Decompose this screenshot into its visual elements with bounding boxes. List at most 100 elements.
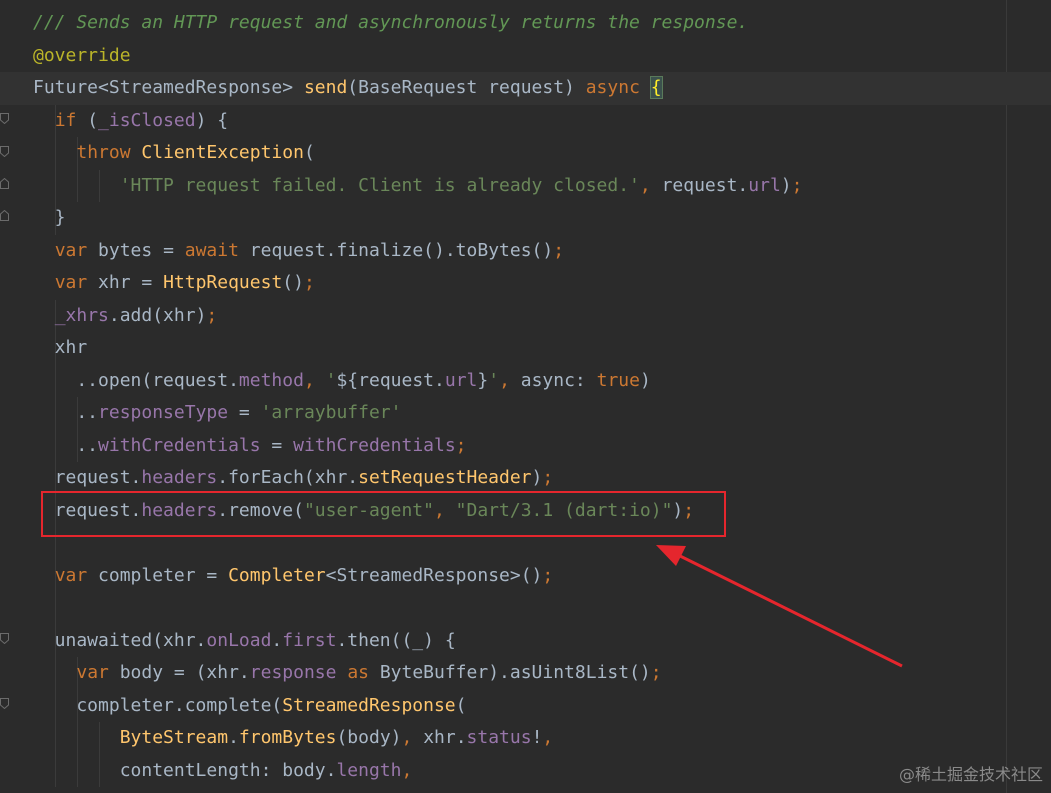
code-text[interactable]: ..open(request.method, '${request.url}',… bbox=[33, 365, 650, 398]
code-line[interactable]: @override bbox=[0, 40, 1051, 73]
code-token: if bbox=[54, 109, 88, 131]
code-token: ByteStream bbox=[119, 727, 229, 748]
code-editor[interactable]: /// Sends an HTTP request and asynchrono… bbox=[0, 0, 1051, 793]
code-token: bytes = bbox=[98, 239, 185, 261]
code-token: .then((_) { bbox=[336, 629, 456, 651]
code-token: var bbox=[76, 662, 120, 683]
code-line[interactable]: Future<StreamedResponse> send(BaseReques… bbox=[0, 72, 1051, 105]
code-line[interactable]: unawaited(xhr.onLoad.first.then((_) { bbox=[0, 624, 1051, 658]
code-text[interactable]: @override bbox=[33, 40, 131, 73]
code-line[interactable] bbox=[0, 592, 1051, 625]
code-token: first bbox=[282, 629, 337, 651]
code-line[interactable]: if (_isClosed) { bbox=[0, 104, 1051, 138]
code-token: () bbox=[282, 272, 304, 293]
code-text[interactable]: /// Sends an HTTP request and asynchrono… bbox=[33, 7, 748, 40]
code-token: . bbox=[271, 629, 283, 651]
code-token: , bbox=[303, 369, 326, 391]
code-line[interactable]: var body = (xhr.response as ByteBuffer).… bbox=[0, 657, 1051, 690]
code-token: var bbox=[54, 564, 99, 586]
code-text[interactable]: if (_isClosed) { bbox=[33, 105, 228, 138]
code-token: completer = bbox=[98, 564, 229, 586]
code-text[interactable]: completer.complete(StreamedResponse( bbox=[33, 690, 466, 723]
code-token: ; bbox=[650, 662, 662, 683]
code-line[interactable]: } bbox=[0, 202, 1051, 235]
code-token: request. bbox=[661, 174, 749, 196]
code-line[interactable]: _xhrs.add(xhr); bbox=[0, 299, 1051, 333]
watermark: @稀土掘金技术社区 bbox=[898, 765, 1043, 784]
code-line[interactable]: var bytes = await request.finalize().toB… bbox=[0, 235, 1051, 268]
code-token: = bbox=[260, 434, 294, 456]
code-token: { bbox=[649, 76, 663, 99]
code-line[interactable]: var completer = Completer<StreamedRespon… bbox=[0, 559, 1051, 593]
code-token: = bbox=[228, 402, 261, 423]
code-token: ; bbox=[542, 564, 554, 586]
code-line[interactable]: ..open(request.method, '${request.url}',… bbox=[0, 364, 1051, 398]
code-token: ; bbox=[206, 304, 218, 326]
code-line[interactable]: 'HTTP request failed. Client is already … bbox=[0, 169, 1051, 203]
code-text[interactable]: unawaited(xhr.onLoad.first.then((_) { bbox=[33, 625, 456, 658]
code-token: (body) bbox=[336, 727, 402, 748]
code-line[interactable]: /// Sends an HTTP request and asynchrono… bbox=[0, 7, 1051, 40]
code-text[interactable]: 'HTTP request failed. Client is already … bbox=[33, 170, 803, 203]
code-token: 'HTTP request failed. Client is already … bbox=[119, 174, 640, 196]
code-token: ' bbox=[325, 369, 337, 391]
code-token: <StreamedResponse>() bbox=[325, 564, 543, 586]
code-token: onLoad bbox=[206, 629, 272, 651]
code-text[interactable]: var xhr = HttpRequest(); bbox=[33, 267, 315, 300]
code-line[interactable]: contentLength: body.length, bbox=[0, 754, 1051, 788]
code-line[interactable]: var xhr = HttpRequest(); bbox=[0, 267, 1051, 300]
code-line[interactable]: ..responseType = 'arraybuffer' bbox=[0, 397, 1051, 430]
code-token: var bbox=[54, 239, 99, 261]
code-token: ) bbox=[531, 467, 543, 488]
code-token: throw bbox=[76, 142, 142, 163]
code-text[interactable]: ..responseType = 'arraybuffer' bbox=[33, 397, 401, 430]
code-text[interactable]: ByteStream.fromBytes(body), xhr.status!, bbox=[33, 722, 554, 755]
code-token: , bbox=[639, 174, 662, 196]
code-token: xhr bbox=[33, 337, 88, 358]
code-token: } bbox=[33, 207, 66, 228]
code-text[interactable]: request.headers.forEach(xhr.setRequestHe… bbox=[33, 462, 554, 495]
code-line[interactable]: request.headers.forEach(xhr.setRequestHe… bbox=[0, 462, 1051, 495]
code-text[interactable]: Future<StreamedResponse> send(BaseReques… bbox=[33, 72, 663, 105]
code-line[interactable]: xhr bbox=[0, 332, 1051, 365]
code-text[interactable]: throw ClientException( bbox=[33, 137, 315, 170]
code-line[interactable]: ByteStream.fromBytes(body), xhr.status!, bbox=[0, 722, 1051, 755]
code-token: ; bbox=[791, 174, 803, 196]
code-lines[interactable]: /// Sends an HTTP request and asynchrono… bbox=[0, 7, 1051, 787]
code-token: , bbox=[499, 369, 521, 391]
code-line[interactable]: throw ClientException( bbox=[0, 137, 1051, 170]
code-token: withCredentials bbox=[98, 434, 261, 456]
code-text[interactable]: ..withCredentials = withCredentials; bbox=[33, 430, 467, 463]
code-token: _isClosed bbox=[98, 109, 196, 131]
code-text[interactable]: _xhrs.add(xhr); bbox=[33, 300, 218, 333]
code-token: status bbox=[466, 727, 532, 748]
code-line[interactable]: ..withCredentials = withCredentials; bbox=[0, 429, 1051, 463]
code-token: _xhrs bbox=[54, 304, 109, 326]
code-token: as bbox=[347, 662, 380, 683]
code-text[interactable]: xhr bbox=[33, 332, 88, 365]
code-token: Future<StreamedResponse> bbox=[33, 77, 304, 98]
code-text[interactable]: } bbox=[33, 202, 66, 235]
code-token: url bbox=[444, 369, 478, 391]
code-token: xhr. bbox=[423, 727, 467, 748]
code-token: ( bbox=[303, 142, 315, 163]
code-token: xhr = bbox=[98, 272, 164, 293]
code-token: , bbox=[542, 727, 554, 748]
code-token: length bbox=[336, 759, 402, 781]
code-token: fromBytes bbox=[238, 727, 337, 748]
code-text[interactable]: var completer = Completer<StreamedRespon… bbox=[33, 560, 554, 593]
code-token: completer.complete( bbox=[33, 694, 283, 716]
code-text[interactable]: var body = (xhr.response as ByteBuffer).… bbox=[33, 657, 662, 690]
code-text[interactable]: var bytes = await request.finalize().toB… bbox=[33, 235, 564, 268]
code-text[interactable]: contentLength: body.length, bbox=[33, 755, 413, 788]
code-token: ; bbox=[455, 434, 467, 456]
code-line[interactable]: completer.complete(StreamedResponse( bbox=[0, 689, 1051, 723]
code-token: @override bbox=[33, 44, 131, 66]
code-token: ClientException bbox=[141, 142, 304, 163]
code-token: ; bbox=[553, 239, 565, 261]
